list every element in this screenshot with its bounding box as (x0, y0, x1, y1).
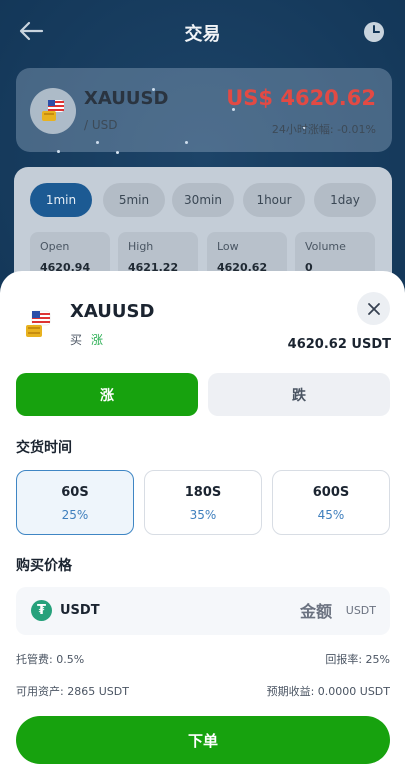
interval-30min[interactable]: 30min (172, 183, 234, 217)
duration-option-180s[interactable]: 180S 35% (144, 470, 262, 535)
current-price: US$ 4620.62 (226, 86, 376, 110)
buy-up-button[interactable]: 涨 (16, 373, 198, 416)
stat-label: Low (217, 240, 239, 253)
top-bar: 交易 (0, 0, 405, 62)
duration-rate: 35% (189, 508, 217, 522)
order-direction: 涨 (91, 333, 104, 347)
duration-rate: 45% (317, 508, 345, 522)
sheet-symbol: XAUUSD (70, 301, 155, 322)
xauusd-flag-icon (26, 310, 51, 337)
duration-time: 60S (61, 485, 89, 500)
interval-1day[interactable]: 1day (314, 183, 376, 217)
delivery-time-title: 交货时间 (16, 440, 72, 456)
interval-5min[interactable]: 5min (103, 183, 165, 217)
stat-label: High (128, 240, 154, 253)
return-rate: 回报率: 25% (325, 653, 390, 666)
duration-option-600s[interactable]: 600S 45% (272, 470, 390, 535)
amount-coin: USDT (60, 603, 100, 618)
xauusd-flag-icon (30, 88, 76, 134)
amount-unit: USDT (345, 604, 376, 617)
tether-icon: ₮ (31, 600, 52, 621)
custody-fee: 托管费: 0.5% (16, 653, 85, 666)
duration-time: 180S (184, 485, 222, 500)
change-24h: 24小时涨幅: -0.01% (271, 123, 376, 136)
stat-label: Volume (305, 240, 346, 253)
symbol-name: XAUUSD (84, 88, 169, 109)
symbol-quote: / USD (84, 118, 118, 132)
order-side: 买 (70, 333, 83, 347)
interval-1hour[interactable]: 1hour (243, 183, 305, 217)
purchase-price-title: 购买价格 (16, 558, 72, 574)
duration-time: 600S (312, 485, 350, 500)
clock-icon[interactable] (363, 21, 385, 43)
expected-profit: 预期收益: 0.0000 USDT (266, 685, 390, 698)
stat-label: Open (40, 240, 70, 253)
sheet-price: 4620.62 USDT (287, 337, 391, 352)
amount-input[interactable] (222, 597, 332, 625)
price-card: XAUUSD / USD US$ 4620.62 24小时涨幅: -0.01% (16, 68, 392, 152)
amount-field: ₮ USDT USDT (16, 587, 390, 635)
interval-1min[interactable]: 1min (30, 183, 92, 217)
available-assets: 可用资产: 2865 USDT (16, 685, 129, 698)
duration-option-60s[interactable]: 60S 25% (16, 470, 134, 535)
page-title: 交易 (184, 24, 221, 45)
duration-rate: 25% (61, 508, 89, 522)
buy-down-button[interactable]: 跌 (208, 373, 390, 416)
place-order-button[interactable]: 下单 (16, 716, 390, 764)
close-icon (367, 302, 380, 315)
close-button[interactable] (357, 292, 390, 325)
